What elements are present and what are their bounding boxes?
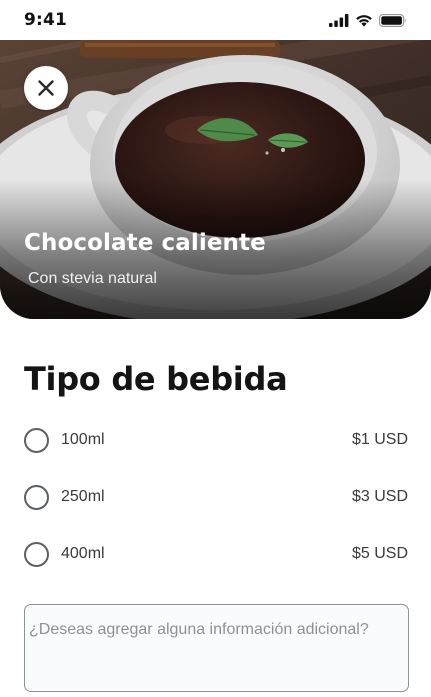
option-label: 250ml: [61, 488, 105, 505]
option-price: $3 USD: [351, 488, 408, 505]
wifi-icon: [356, 14, 372, 27]
radio-button[interactable]: [24, 484, 49, 510]
option-250ml[interactable]: 250ml $3 USD: [24, 482, 408, 512]
radio-button[interactable]: [24, 541, 49, 567]
additional-info-input[interactable]: [24, 604, 409, 692]
radio-button[interactable]: [24, 427, 49, 453]
status-icons: [329, 13, 407, 27]
section-title: Tipo de bebida: [24, 360, 288, 398]
status-bar: 9:41: [0, 0, 431, 40]
cellular-signal-icon: [329, 13, 349, 27]
close-button[interactable]: [24, 66, 68, 110]
option-label: 400ml: [61, 545, 105, 562]
battery-icon: [379, 13, 406, 27]
status-time: 9:41: [24, 10, 68, 30]
product-title: Chocolate caliente: [24, 230, 266, 256]
option-price: $5 USD: [351, 545, 408, 562]
option-100ml[interactable]: 100ml $1 USD: [24, 425, 408, 455]
option-label: 100ml: [61, 431, 105, 448]
product-subtitle: Con stevia natural: [28, 270, 157, 287]
close-icon: [38, 80, 54, 96]
hero-banner: Chocolate caliente Con stevia natural: [0, 40, 431, 319]
option-price: $1 USD: [351, 431, 408, 448]
option-400ml[interactable]: 400ml $5 USD: [24, 539, 408, 569]
